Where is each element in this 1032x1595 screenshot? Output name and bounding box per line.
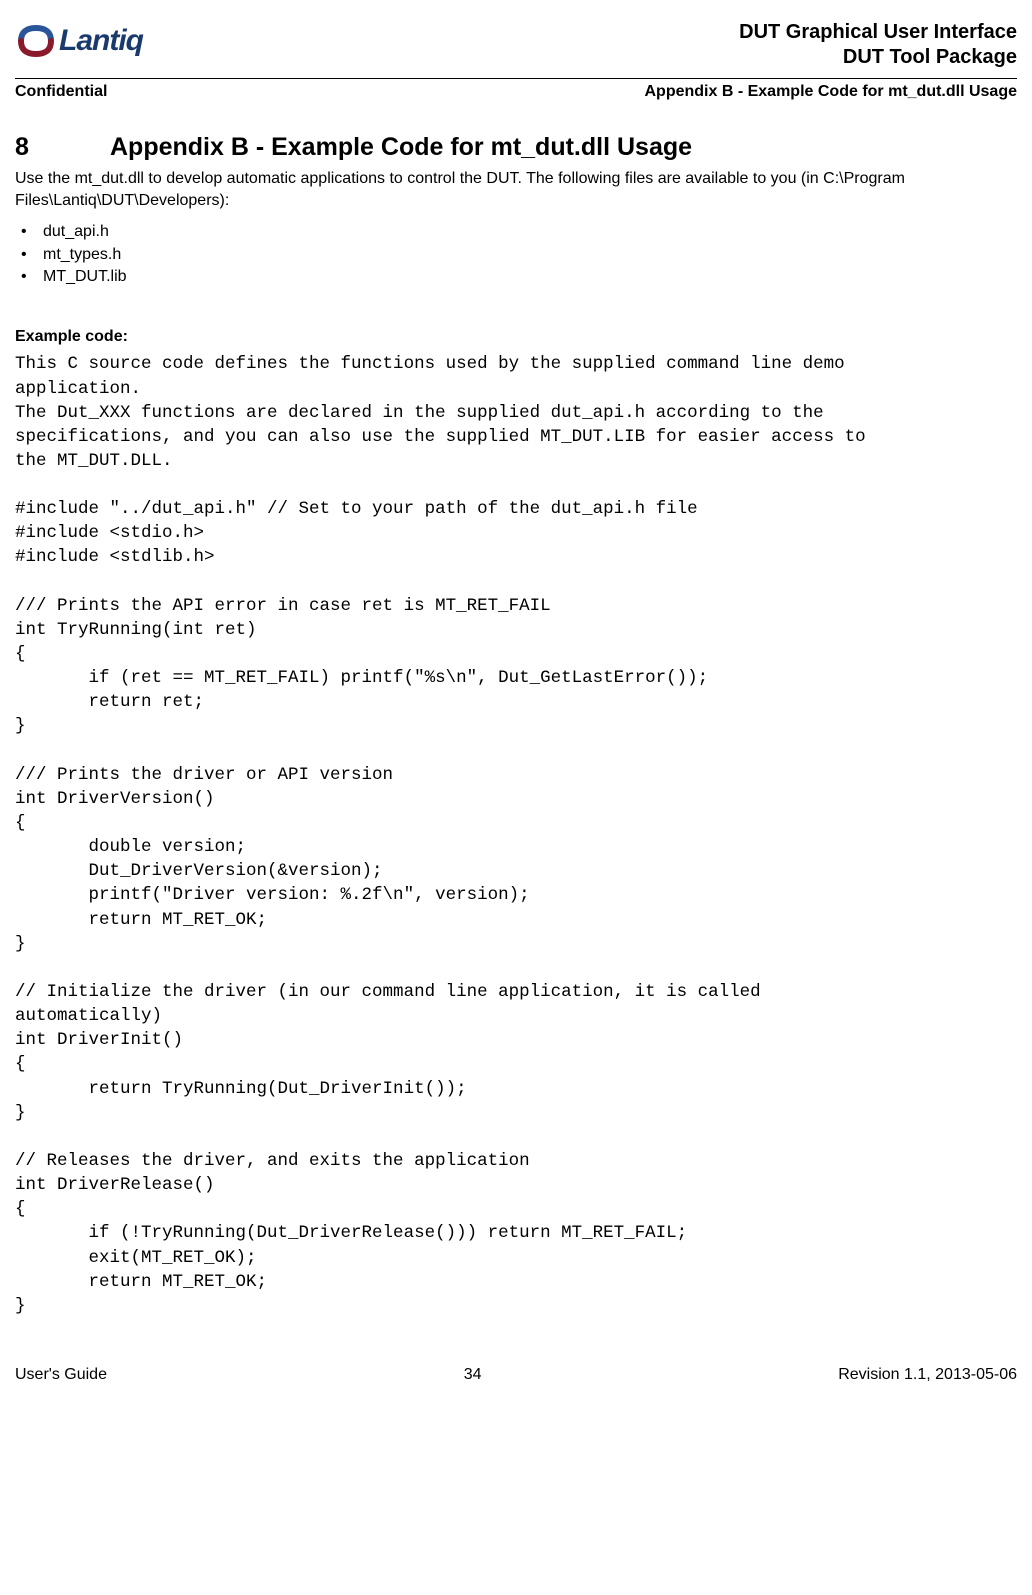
code-block: This C source code defines the functions… <box>15 352 1017 1318</box>
header-row: Lantiq DUT Graphical User Interface DUT … <box>15 20 1017 70</box>
section-number: 8 <box>15 133 110 162</box>
logo-text: Lantiq <box>59 24 143 58</box>
header-titles: DUT Graphical User Interface DUT Tool Pa… <box>739 20 1017 70</box>
confidential-label: Confidential <box>15 83 107 101</box>
footer-page-number: 34 <box>464 1366 482 1384</box>
footer-revision: Revision 1.1, 2013-05-06 <box>838 1366 1017 1384</box>
footer: User's Guide 34 Revision 1.1, 2013-05-06 <box>15 1366 1017 1384</box>
logo: Lantiq <box>15 20 143 62</box>
sub-header: Confidential Appendix B - Example Code f… <box>15 83 1017 101</box>
section-heading: 8 Appendix B - Example Code for mt_dut.d… <box>15 133 1017 162</box>
logo-mark-icon <box>15 20 57 62</box>
header-title-2: DUT Tool Package <box>739 45 1017 70</box>
header-divider <box>15 78 1017 79</box>
example-code-label: Example code: <box>15 328 1017 346</box>
appendix-ref: Appendix B - Example Code for mt_dut.dll… <box>645 83 1018 101</box>
list-item: MT_DUT.lib <box>15 266 1017 288</box>
header-title-1: DUT Graphical User Interface <box>739 20 1017 45</box>
footer-left: User's Guide <box>15 1366 107 1384</box>
file-list: dut_api.h mt_types.h MT_DUT.lib <box>15 221 1017 288</box>
intro-text: Use the mt_dut.dll to develop automatic … <box>15 168 1017 211</box>
section-title: Appendix B - Example Code for mt_dut.dll… <box>110 133 692 162</box>
list-item: dut_api.h <box>15 221 1017 243</box>
list-item: mt_types.h <box>15 244 1017 266</box>
